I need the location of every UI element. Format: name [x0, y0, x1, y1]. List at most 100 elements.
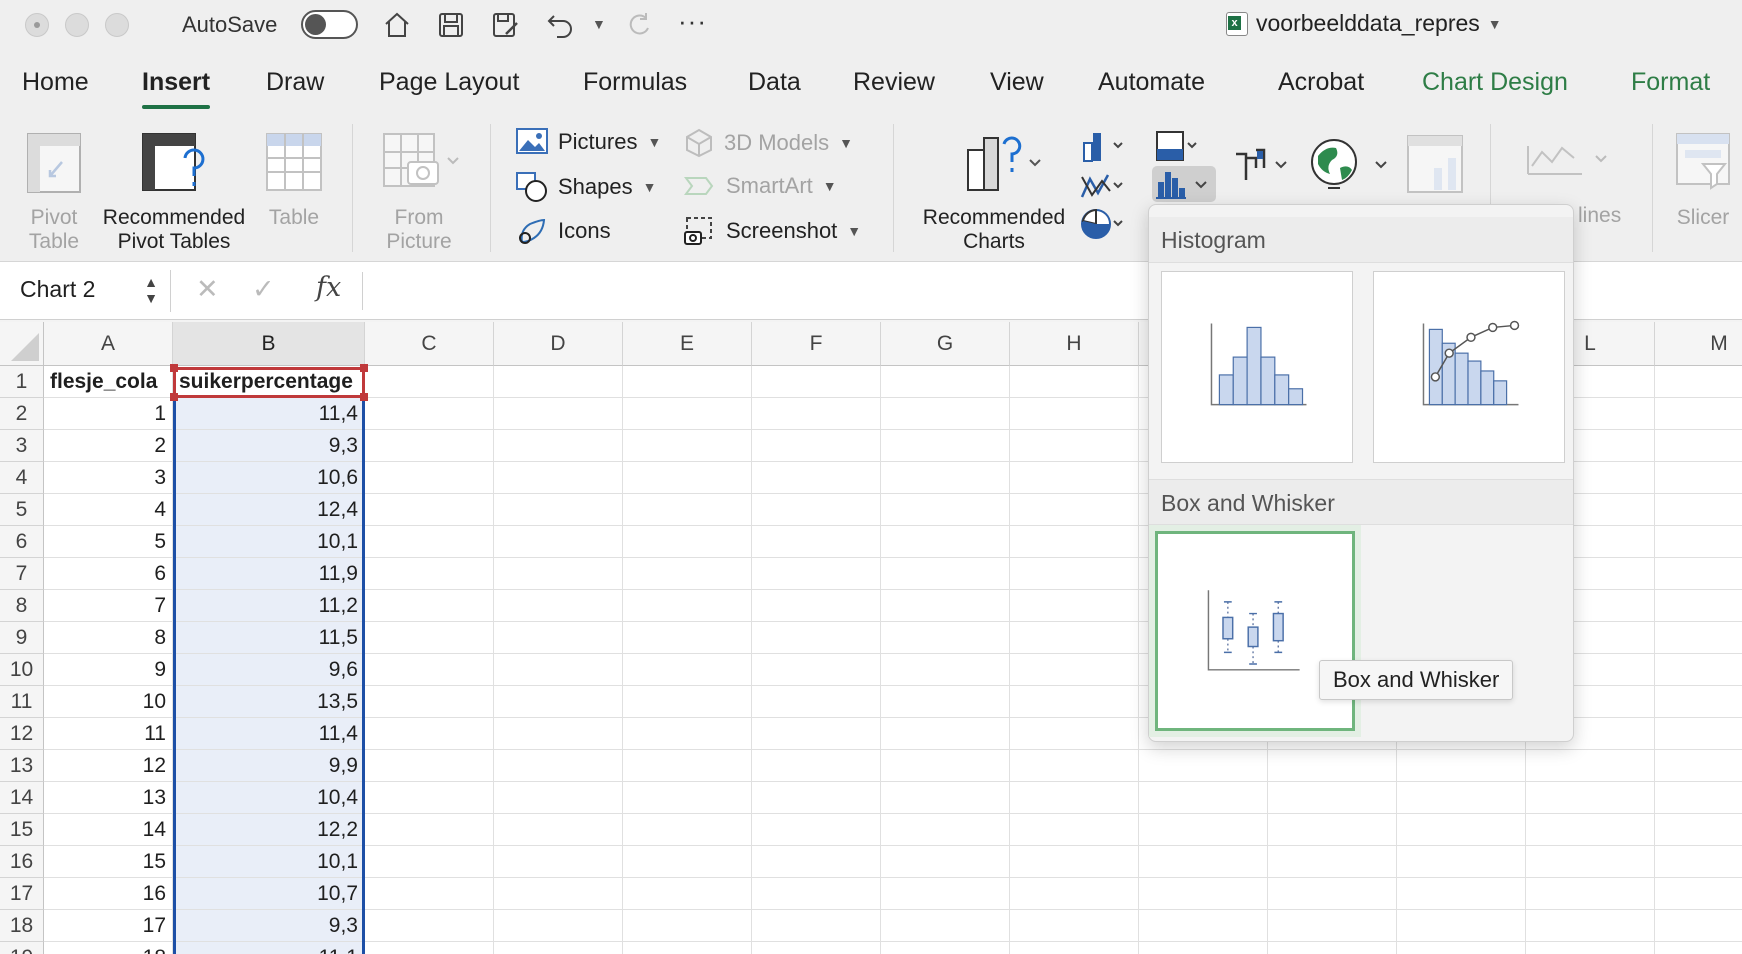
table-cell[interactable] — [365, 558, 494, 590]
table-cell[interactable] — [494, 718, 623, 750]
table-cell[interactable] — [365, 846, 494, 878]
table-cell[interactable] — [1010, 526, 1139, 558]
autosave-toggle[interactable] — [301, 10, 358, 39]
table-cell[interactable]: 2 — [44, 430, 173, 462]
save-icon[interactable] — [434, 8, 468, 42]
row-header[interactable]: 9 — [0, 622, 44, 654]
table-cell[interactable] — [494, 398, 623, 430]
table-cell[interactable] — [365, 366, 494, 398]
pie-chart-button[interactable] — [1080, 206, 1124, 242]
table-cell[interactable] — [365, 686, 494, 718]
table-cell[interactable] — [623, 590, 752, 622]
table-cell[interactable] — [1139, 782, 1268, 814]
table-cell[interactable] — [494, 366, 623, 398]
table-cell[interactable] — [752, 686, 881, 718]
table-cell[interactable] — [1655, 430, 1742, 462]
table-cell[interactable] — [1010, 398, 1139, 430]
table-cell[interactable] — [494, 846, 623, 878]
column-header-d[interactable]: D — [494, 322, 623, 366]
table-cell[interactable] — [1010, 846, 1139, 878]
pictures-button[interactable]: Pictures ▼ — [516, 128, 661, 156]
table-cell[interactable] — [623, 718, 752, 750]
table-cell[interactable] — [623, 910, 752, 942]
table-cell[interactable] — [365, 942, 494, 954]
table-cell[interactable] — [494, 782, 623, 814]
table-cell[interactable] — [881, 718, 1010, 750]
table-cell[interactable] — [881, 878, 1010, 910]
table-cell[interactable] — [1655, 686, 1742, 718]
table-cell[interactable]: 11,9 — [173, 558, 365, 590]
table-cell[interactable] — [752, 942, 881, 954]
tab-format[interactable]: Format — [1631, 68, 1710, 97]
table-cell[interactable]: 9,3 — [173, 430, 365, 462]
table-cell[interactable] — [365, 654, 494, 686]
hierarchy-chart-button[interactable] — [1154, 128, 1198, 164]
row-header[interactable]: 17 — [0, 878, 44, 910]
table-cell[interactable] — [752, 846, 881, 878]
row-header[interactable]: 5 — [0, 494, 44, 526]
table-cell[interactable] — [365, 622, 494, 654]
column-header-e[interactable]: E — [623, 322, 752, 366]
pivot-table-button[interactable]: Pivot Table — [14, 132, 94, 254]
tab-review[interactable]: Review — [853, 68, 935, 97]
table-cell[interactable] — [752, 718, 881, 750]
table-cell[interactable]: 13 — [44, 782, 173, 814]
table-cell[interactable] — [1526, 846, 1655, 878]
table-cell[interactable]: 10,1 — [173, 526, 365, 558]
table-cell[interactable]: 11,5 — [173, 622, 365, 654]
table-cell[interactable] — [1526, 814, 1655, 846]
table-cell[interactable]: 3 — [44, 462, 173, 494]
row-header[interactable]: 16 — [0, 846, 44, 878]
table-cell[interactable]: 13,5 — [173, 686, 365, 718]
minimize-window-button[interactable] — [65, 13, 89, 37]
table-cell[interactable] — [1010, 686, 1139, 718]
row-header[interactable]: 18 — [0, 910, 44, 942]
table-cell[interactable]: 11,4 — [173, 718, 365, 750]
table-cell[interactable] — [623, 814, 752, 846]
table-cell[interactable] — [494, 462, 623, 494]
table-cell[interactable] — [1655, 462, 1742, 494]
row-header[interactable]: 14 — [0, 782, 44, 814]
table-cell[interactable] — [1526, 942, 1655, 954]
table-cell[interactable] — [623, 462, 752, 494]
table-cell[interactable] — [1655, 782, 1742, 814]
table-cell[interactable]: 11 — [44, 718, 173, 750]
table-cell[interactable] — [1010, 366, 1139, 398]
maps-button[interactable] — [1308, 134, 1392, 194]
table-cell[interactable] — [1526, 750, 1655, 782]
table-cell[interactable] — [881, 526, 1010, 558]
table-cell[interactable] — [1397, 782, 1526, 814]
waterfall-chart-button[interactable] — [1232, 146, 1288, 182]
slicer-button[interactable]: Slicer — [1668, 132, 1738, 230]
table-cell[interactable] — [1655, 750, 1742, 782]
table-cell[interactable] — [1655, 526, 1742, 558]
tab-acrobat[interactable]: Acrobat — [1278, 68, 1364, 97]
table-cell[interactable] — [1010, 590, 1139, 622]
table-cell[interactable]: 5 — [44, 526, 173, 558]
table-cell[interactable] — [494, 494, 623, 526]
table-cell[interactable]: 9,3 — [173, 910, 365, 942]
table-cell[interactable] — [1655, 878, 1742, 910]
select-all-button[interactable] — [0, 322, 44, 366]
table-cell[interactable] — [1655, 494, 1742, 526]
table-cell[interactable]: 14 — [44, 814, 173, 846]
tab-insert[interactable]: Insert — [142, 68, 211, 109]
table-cell[interactable]: 6 — [44, 558, 173, 590]
insert-function-icon[interactable]: fx — [316, 272, 341, 303]
table-cell[interactable]: 10 — [44, 686, 173, 718]
table-cell[interactable] — [752, 878, 881, 910]
table-cell[interactable] — [1010, 910, 1139, 942]
table-cell[interactable] — [1010, 494, 1139, 526]
table-cell[interactable] — [365, 398, 494, 430]
table-cell[interactable] — [1655, 622, 1742, 654]
table-cell[interactable]: 12 — [44, 750, 173, 782]
table-cell[interactable] — [1526, 782, 1655, 814]
zoom-window-button[interactable] — [105, 13, 129, 37]
3d-models-button[interactable]: 3D Models ▼ — [684, 128, 853, 158]
table-cell[interactable] — [752, 750, 881, 782]
table-cell[interactable] — [1010, 462, 1139, 494]
table-cell[interactable]: 11,2 — [173, 590, 365, 622]
shapes-button[interactable]: Shapes ▼ — [516, 172, 656, 202]
table-cell[interactable] — [881, 782, 1010, 814]
table-cell[interactable] — [1010, 814, 1139, 846]
